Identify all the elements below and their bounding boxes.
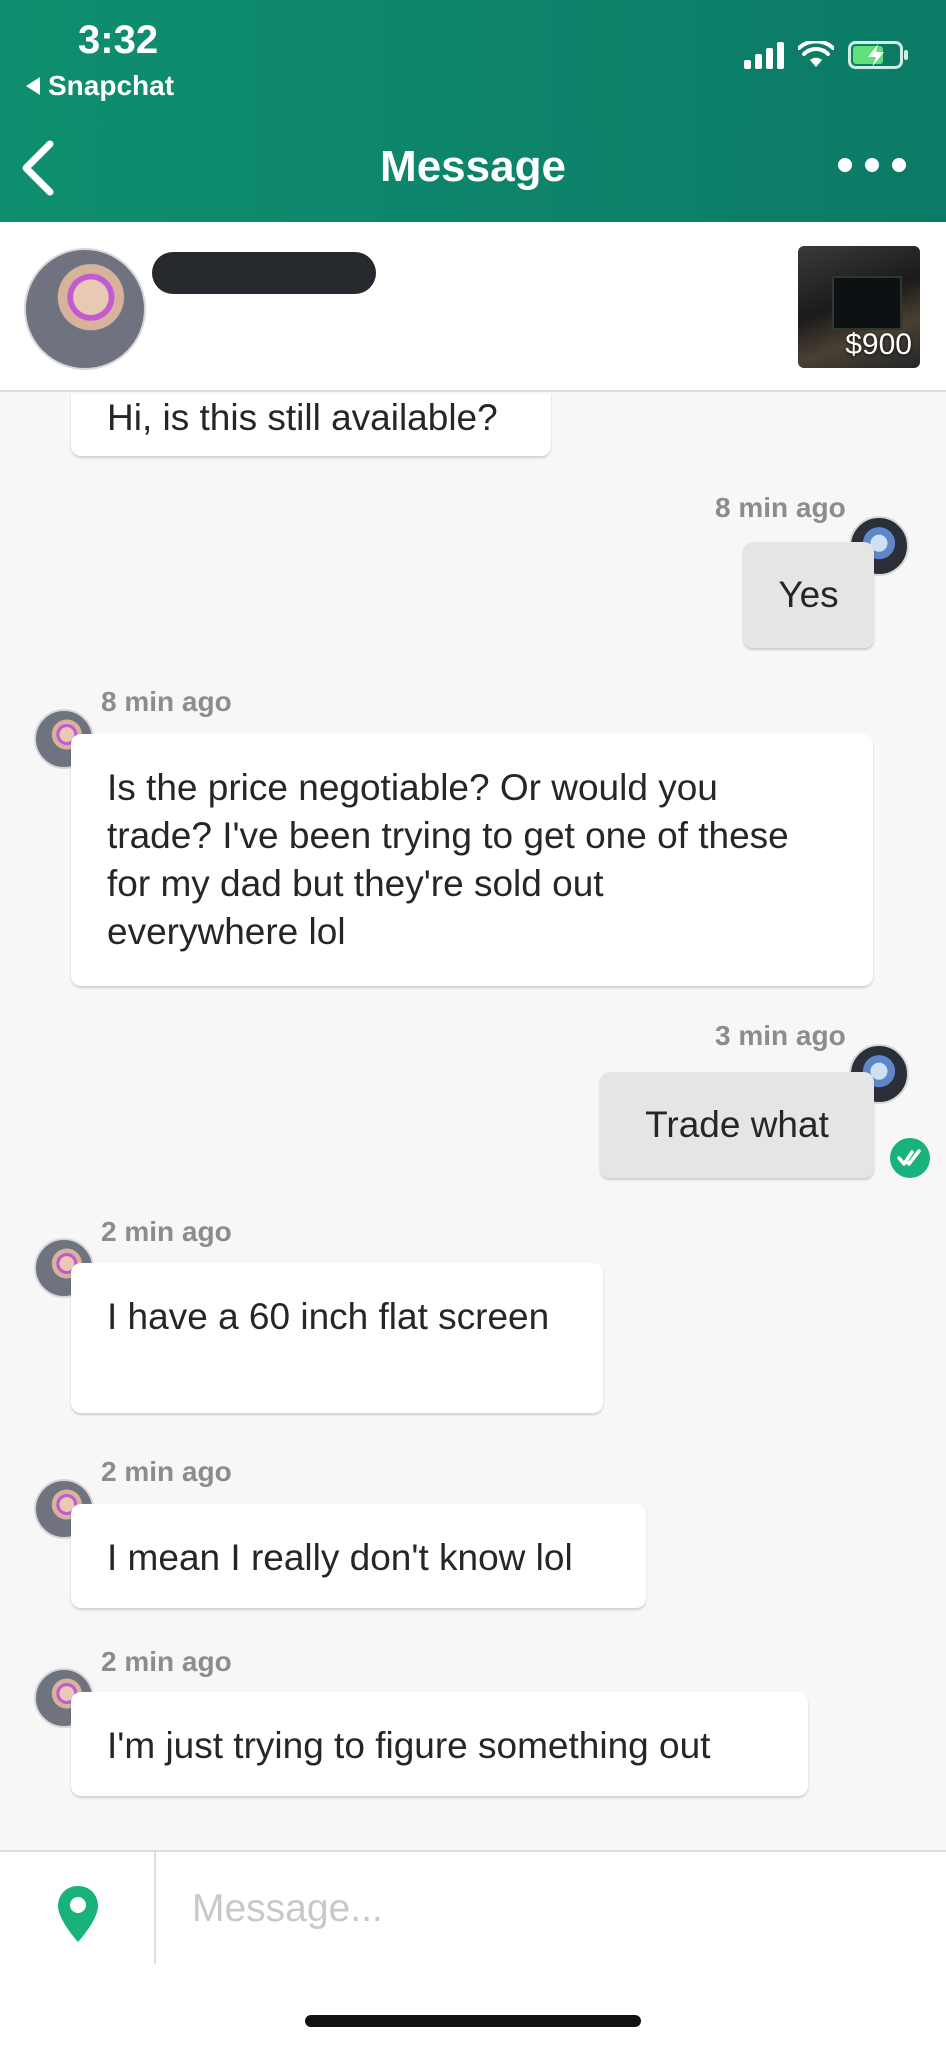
- status-time: 3:32: [78, 18, 159, 62]
- cellular-signal-icon: [744, 41, 784, 69]
- message-list[interactable]: Hi, is this still available? 8 min ago Y…: [0, 394, 946, 1850]
- message-text-line: trade? I've been trying to get one of th…: [107, 815, 789, 856]
- message-bubble-incoming: I mean I really don't know lol: [71, 1504, 646, 1608]
- message-bubble-incoming: I have a 60 inch flat screen: [71, 1263, 603, 1413]
- message-text: Yes: [778, 574, 839, 615]
- message-text: I mean I really don't know lol: [107, 1537, 573, 1578]
- listing-price: $900: [845, 328, 912, 361]
- page-title: Message: [380, 142, 566, 191]
- seller-avatar[interactable]: [24, 248, 146, 370]
- message-timestamp: 8 min ago: [101, 686, 232, 717]
- message-bubble-outgoing: Trade what: [600, 1072, 874, 1178]
- listing-product-image: [832, 276, 902, 330]
- composer-divider: [154, 1852, 156, 1964]
- message-text: Hi, is this still available?: [107, 397, 498, 438]
- message-timestamp: 3 min ago: [715, 1020, 846, 1051]
- message-text-line: for my dad but they're sold out: [107, 863, 604, 904]
- message-text-line: everywhere lol: [107, 911, 346, 952]
- read-receipt-check-icon: [890, 1138, 930, 1178]
- message-text: I have a 60 inch flat screen: [107, 1296, 550, 1337]
- message-bubble-outgoing: Yes: [743, 542, 874, 648]
- message-bubble-incoming: Is the price negotiable? Or would you tr…: [71, 734, 873, 986]
- message-timestamp: 2 min ago: [101, 1456, 232, 1487]
- wifi-icon: [798, 41, 834, 67]
- message-text-line: Is the price negotiable? Or would you: [107, 767, 718, 808]
- more-horizontal-icon[interactable]: [838, 158, 906, 172]
- message-text: Trade what: [645, 1104, 829, 1145]
- message-text: I'm just trying to figure something out: [107, 1725, 711, 1766]
- top-bar: 3:32 Snapchat Message: [0, 0, 946, 222]
- back-app-label: Snapchat: [48, 70, 175, 101]
- message-input[interactable]: [192, 1870, 892, 1948]
- status-icons: [744, 40, 910, 70]
- message-bubble-incoming: I'm just trying to figure something out: [71, 1692, 808, 1796]
- message-timestamp: 8 min ago: [715, 492, 846, 523]
- back-to-app-link[interactable]: Snapchat: [26, 70, 174, 102]
- message-bubble-incoming: Hi, is this still available?: [71, 394, 551, 456]
- conversation-header: $900: [0, 222, 946, 392]
- message-timestamp: 2 min ago: [101, 1216, 232, 1247]
- back-triangle-icon: [26, 77, 40, 95]
- home-indicator[interactable]: [305, 2015, 641, 2027]
- message-composer: [0, 1850, 946, 2048]
- seller-name-redacted: [152, 252, 376, 294]
- location-pin-icon[interactable]: [56, 1884, 100, 1944]
- listing-thumbnail[interactable]: $900: [798, 246, 920, 368]
- battery-charging-icon: [848, 41, 908, 69]
- message-timestamp: 2 min ago: [101, 1646, 232, 1677]
